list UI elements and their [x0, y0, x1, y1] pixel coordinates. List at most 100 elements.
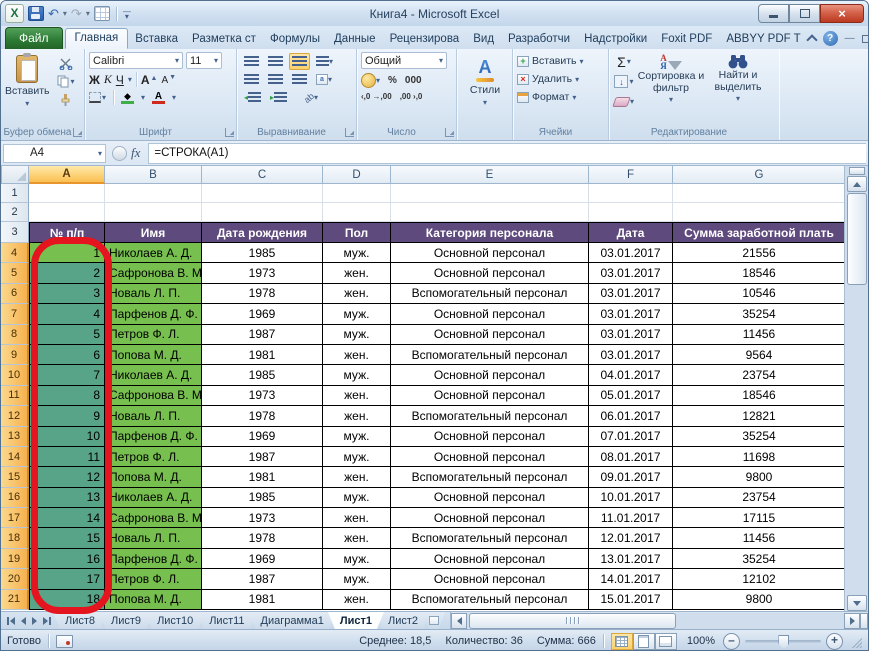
cell-B5[interactable]: Сафронова В. М.: [105, 263, 202, 284]
cell-C13[interactable]: 1969: [202, 426, 323, 447]
row-header-17[interactable]: 17: [1, 508, 29, 529]
cell-F20[interactable]: 14.01.2017: [589, 569, 673, 590]
sheet-tab-Лист10[interactable]: Лист10: [145, 612, 205, 629]
restore-button[interactable]: [789, 4, 820, 23]
vertical-scroll-thumb[interactable]: [846, 193, 867, 285]
page-layout-view-button[interactable]: [632, 632, 655, 650]
bold-button[interactable]: Ж: [89, 73, 100, 87]
delete-cells-button[interactable]: × Удалить ▾: [517, 70, 605, 88]
cell-F9[interactable]: 03.01.2017: [589, 344, 673, 366]
cell-G11[interactable]: 18546: [673, 385, 846, 407]
cell-C8[interactable]: 1987: [202, 324, 323, 345]
vertical-scrollbar[interactable]: [844, 166, 868, 611]
ribbon-tab-Надстройки[interactable]: Надстройки: [577, 29, 654, 49]
row-header-1[interactable]: 1: [1, 184, 29, 203]
zoom-slider[interactable]: [745, 634, 821, 650]
cell-F17[interactable]: 11.01.2017: [589, 508, 673, 529]
cell-G16[interactable]: 23754: [673, 487, 846, 509]
cell-D15[interactable]: жен.: [323, 467, 391, 488]
font-name-select[interactable]: Calibri ▾: [89, 52, 183, 69]
table-header-cell-D[interactable]: Пол: [323, 222, 391, 243]
cell-E18[interactable]: Вспомогательный персонал: [391, 528, 589, 549]
cell-B8[interactable]: Петров Ф. Л.: [105, 324, 202, 345]
cell-D1[interactable]: [323, 184, 391, 203]
cut-button[interactable]: [55, 56, 77, 71]
cell-D10[interactable]: муж.: [323, 365, 391, 386]
cell-G17[interactable]: 17115: [673, 508, 846, 529]
cell-B10[interactable]: Николаев А. Д.: [105, 365, 202, 386]
cell-B16[interactable]: Николаев А. Д.: [105, 487, 202, 509]
cell-C7[interactable]: 1969: [202, 304, 323, 325]
cell-C20[interactable]: 1987: [202, 569, 323, 590]
cell-A20[interactable]: 17: [29, 569, 105, 590]
zoom-slider-thumb[interactable]: [778, 634, 790, 650]
row-header-11[interactable]: 11: [1, 385, 29, 407]
close-button[interactable]: ×: [820, 4, 864, 23]
column-header-D[interactable]: D: [323, 166, 391, 184]
undo-dropdown-icon[interactable]: ▾: [63, 9, 67, 18]
cell-F4[interactable]: 03.01.2017: [589, 243, 673, 264]
font-color-button[interactable]: А: [152, 91, 166, 104]
workbook-restore-icon[interactable]: [861, 34, 868, 43]
cell-F12[interactable]: 06.01.2017: [589, 406, 673, 427]
cell-A13[interactable]: 10: [29, 426, 105, 447]
scroll-down-button[interactable]: [846, 595, 867, 611]
collapse-ribbon-icon[interactable]: [806, 34, 818, 46]
autosum-button[interactable]: Σ ▾: [613, 54, 635, 69]
cell-C11[interactable]: 1973: [202, 385, 323, 407]
cell-A6[interactable]: 3: [29, 283, 105, 305]
cell-E7[interactable]: Основной персонал: [391, 304, 589, 325]
cell-A1[interactable]: [29, 184, 105, 203]
cell-A15[interactable]: 12: [29, 467, 105, 488]
customize-qat-icon[interactable]: — ▾: [123, 7, 131, 20]
ribbon-tab-Формулы[interactable]: Формулы: [263, 29, 327, 49]
cell-E21[interactable]: Вспомогательный персонал: [391, 589, 589, 611]
cell-A14[interactable]: 11: [29, 446, 105, 468]
sheet-tab-Лист8[interactable]: Лист8: [53, 612, 107, 629]
cell-C16[interactable]: 1985: [202, 487, 323, 509]
cell-A19[interactable]: 16: [29, 548, 105, 570]
cell-D19[interactable]: муж.: [323, 548, 391, 570]
scroll-up-button[interactable]: [846, 176, 867, 192]
font-size-select[interactable]: 11 ▾: [186, 52, 222, 69]
row-header-13[interactable]: 13: [1, 426, 29, 447]
cell-E14[interactable]: Основной персонал: [391, 446, 589, 468]
cell-B20[interactable]: Петров Ф. Л.: [105, 569, 202, 590]
page-break-view-button[interactable]: [654, 632, 677, 650]
italic-button[interactable]: К: [104, 72, 112, 87]
align-center-button[interactable]: [265, 71, 286, 88]
cell-F16[interactable]: 10.01.2017: [589, 487, 673, 509]
row-header-7[interactable]: 7: [1, 304, 29, 325]
cell-C1[interactable]: [202, 184, 323, 203]
row-header-19[interactable]: 19: [1, 548, 29, 570]
cell-E9[interactable]: Вспомогательный персонал: [391, 344, 589, 366]
borders-button[interactable]: ▾: [89, 92, 106, 103]
cell-B4[interactable]: Николаев А. Д.: [105, 243, 202, 264]
row-header-21[interactable]: 21: [1, 589, 29, 611]
table-view-icon[interactable]: [93, 6, 110, 21]
tab-file[interactable]: Файл: [5, 27, 63, 49]
cell-C6[interactable]: 1978: [202, 283, 323, 305]
cell-A8[interactable]: 5: [29, 324, 105, 345]
cell-G19[interactable]: 35254: [673, 548, 846, 570]
help-icon[interactable]: ?: [822, 31, 838, 46]
table-header-cell-A[interactable]: № п/п: [29, 222, 105, 243]
cell-G18[interactable]: 11456: [673, 528, 846, 549]
cell-F1[interactable]: [589, 184, 673, 203]
align-top-button[interactable]: [241, 53, 262, 70]
cell-F14[interactable]: 08.01.2017: [589, 446, 673, 468]
table-header-cell-F[interactable]: Дата: [589, 222, 673, 243]
cell-D14[interactable]: муж.: [323, 446, 391, 468]
scroll-left-button[interactable]: [451, 612, 467, 629]
ribbon-tab-Вставка[interactable]: Вставка: [128, 29, 185, 49]
sort-filter-button[interactable]: АЯ Сортировка и фильтр ▾: [635, 54, 707, 109]
increase-indent-button[interactable]: ▸: [267, 89, 290, 106]
fill-button[interactable]: ↓ ▾: [613, 74, 635, 89]
decrease-indent-button[interactable]: ◂: [241, 89, 264, 106]
tab-split-handle[interactable]: [860, 612, 868, 629]
ribbon-tab-Главная[interactable]: Главная: [64, 28, 129, 49]
cell-E16[interactable]: Основной персонал: [391, 487, 589, 509]
merge-center-button[interactable]: a ▾: [313, 71, 335, 88]
cell-A5[interactable]: 2: [29, 263, 105, 284]
cell-E13[interactable]: Основной персонал: [391, 426, 589, 447]
